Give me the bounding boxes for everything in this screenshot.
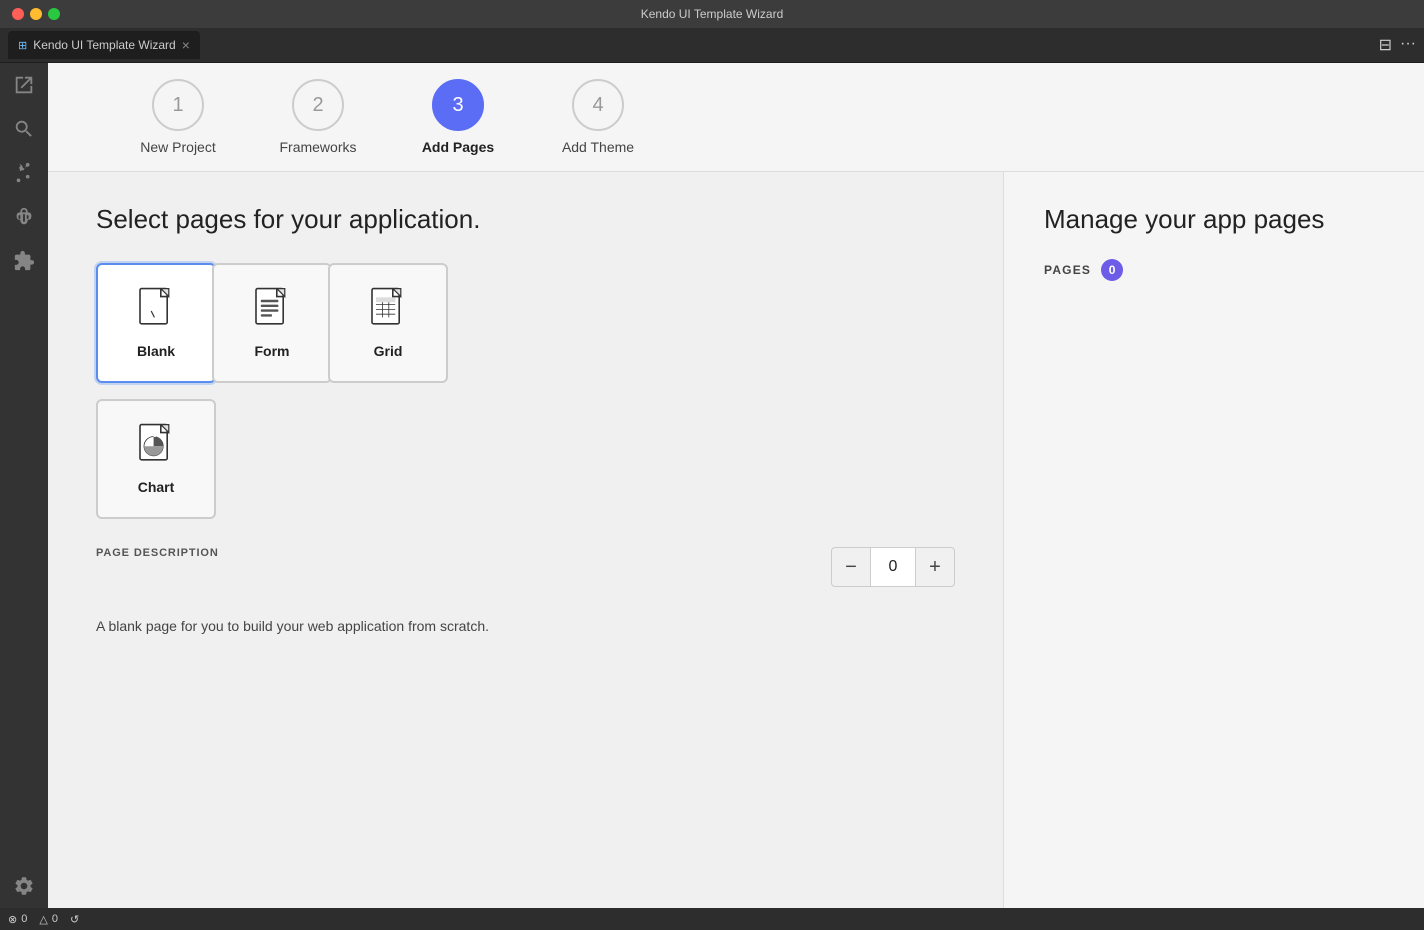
step-circle-4: 4 (572, 79, 624, 131)
tab-bar-actions: ⊟ ··· (1379, 35, 1416, 55)
error-count: ⊗ 0 (8, 913, 27, 926)
error-icon: ⊗ (8, 913, 17, 926)
settings-icon[interactable] (10, 872, 38, 900)
grid-label: Grid (374, 343, 403, 359)
wizard-steps: 1 New Project 2 Frameworks 3 Add Pages 4 (48, 63, 1424, 172)
wizard-step-4[interactable]: 4 Add Theme (528, 79, 668, 171)
left-panel: Select pages for your application. Blank (48, 172, 1004, 908)
window-title: Kendo UI Template Wizard (641, 7, 784, 21)
page-type-grid: Blank Form (96, 263, 955, 519)
tab-label: Kendo UI Template Wizard (33, 38, 176, 52)
step-circle-3: 3 (432, 79, 484, 131)
tab-kendo[interactable]: ⊞ Kendo UI Template Wizard × (8, 31, 200, 59)
step-label-4: Add Theme (562, 139, 634, 155)
description-label: PAGE DESCRIPTION (96, 547, 219, 559)
wizard-step-2[interactable]: 2 Frameworks (248, 79, 388, 171)
pages-label: PAGES (1044, 263, 1091, 277)
quantity-row: − 0 + (831, 547, 955, 587)
search-icon[interactable] (10, 115, 38, 143)
quantity-value: 0 (871, 547, 915, 587)
traffic-lights (12, 8, 60, 20)
page-type-grid[interactable]: Grid (328, 263, 448, 383)
minimize-button[interactable] (30, 8, 42, 20)
panel-title: Select pages for your application. (96, 204, 955, 235)
activity-bar-bottom (10, 872, 38, 900)
split-editor-icon[interactable]: ⊟ (1379, 35, 1392, 55)
pages-header: PAGES 0 (1044, 259, 1384, 281)
debug-icon[interactable] (10, 203, 38, 231)
step-circle-2: 2 (292, 79, 344, 131)
right-panel: Manage your app pages PAGES 0 (1004, 172, 1424, 908)
warning-icon: △ (39, 913, 47, 926)
blank-label: Blank (137, 343, 175, 359)
tab-icon: ⊞ (18, 39, 27, 52)
step-label-2: Frameworks (279, 139, 356, 155)
pages-count-badge: 0 (1101, 259, 1123, 281)
wizard-step-1[interactable]: 1 New Project (108, 79, 248, 171)
content-area: 1 New Project 2 Frameworks 3 Add Pages 4 (48, 63, 1424, 908)
page-type-chart[interactable]: Chart (96, 399, 216, 519)
activity-bar (0, 63, 48, 908)
bottom-bar: ⊗ 0 △ 0 ↺ (0, 908, 1424, 930)
more-actions-icon[interactable]: ··· (1400, 35, 1416, 55)
wizard-step-3[interactable]: 3 Add Pages (388, 79, 528, 171)
clock-icon: ↺ (70, 913, 79, 926)
close-button[interactable] (12, 8, 24, 20)
time-indicator: ↺ (70, 913, 79, 926)
main-layout: 1 New Project 2 Frameworks 3 Add Pages 4 (0, 63, 1424, 908)
source-control-icon[interactable] (10, 159, 38, 187)
step-label-3: Add Pages (422, 139, 494, 155)
chart-label: Chart (138, 479, 175, 495)
description-section: PAGE DESCRIPTION − 0 + A blank page (96, 547, 955, 637)
page-type-form[interactable]: Form (212, 263, 332, 383)
description-text: A blank page for you to build your web a… (96, 607, 955, 637)
title-bar: Kendo UI Template Wizard (0, 0, 1424, 28)
tab-close-icon[interactable]: × (182, 38, 190, 52)
page-type-blank[interactable]: Blank (96, 263, 216, 383)
right-panel-title: Manage your app pages (1044, 204, 1384, 235)
maximize-button[interactable] (48, 8, 60, 20)
step-circle-1: 1 (152, 79, 204, 131)
warning-count: △ 0 (39, 913, 58, 926)
step-label-1: New Project (140, 139, 215, 155)
tab-bar: ⊞ Kendo UI Template Wizard × ⊟ ··· (0, 28, 1424, 63)
decrease-button[interactable]: − (831, 547, 871, 587)
form-label: Form (255, 343, 290, 359)
extensions-icon[interactable] (10, 247, 38, 275)
activity-bar-top (10, 71, 38, 856)
explorer-icon[interactable] (10, 71, 38, 99)
increase-button[interactable]: + (915, 547, 955, 587)
wizard-body: Select pages for your application. Blank (48, 172, 1424, 908)
